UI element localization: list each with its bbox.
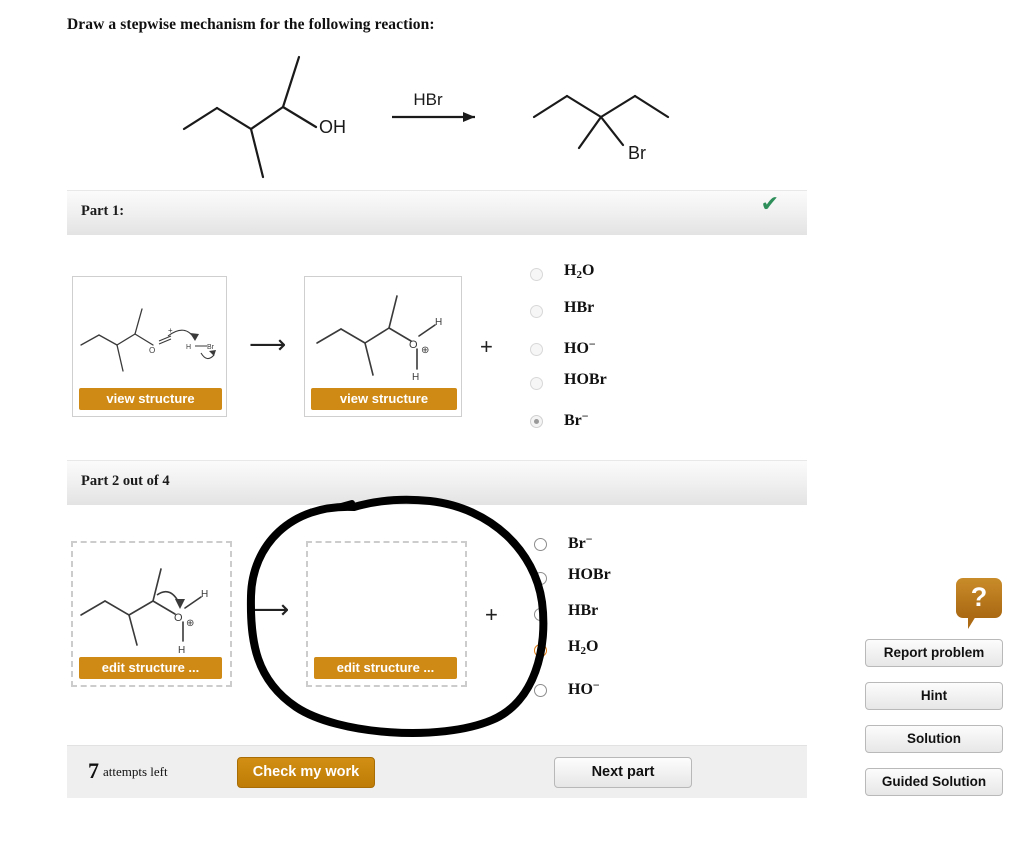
part2-option-label-hobr: HOBr xyxy=(568,566,611,583)
part1-radio-br-minus[interactable] xyxy=(530,415,543,428)
part2-title: Part 2 out of 4 xyxy=(81,473,170,489)
check-mark-icon: ✔ xyxy=(760,192,779,217)
part2-option-label-ho-minus: HO− xyxy=(568,678,600,698)
hint-button[interactable]: Hint xyxy=(865,682,1003,710)
help-question-icon[interactable]: ? xyxy=(956,578,1002,629)
part1-radio-hobr[interactable] xyxy=(530,377,543,390)
part2-left-structure-box: O ⊕ H H edit structure ... xyxy=(71,541,232,687)
bubble-tail-icon xyxy=(968,616,976,629)
part1-option-label-hbr: HBr xyxy=(564,299,595,316)
svg-text:H: H xyxy=(435,317,442,328)
question-mark-glyph: ? xyxy=(970,582,988,612)
part1-plus-sign: + xyxy=(480,334,493,359)
problem-page: Draw a stepwise mechanism for the follow… xyxy=(0,0,1024,868)
attempts-count: 7 xyxy=(88,758,99,783)
part1-left-structure-box: O + H Br view structure xyxy=(72,276,227,417)
reaction-svg: OH HBr Br xyxy=(182,55,670,179)
next-part-button[interactable]: Next part xyxy=(554,757,692,788)
part2-option-label-h2o: H2O xyxy=(568,638,599,657)
report-problem-button[interactable]: Report problem xyxy=(865,639,1003,667)
part1-radio-hbr[interactable] xyxy=(530,305,543,318)
reagent-label: HBr xyxy=(413,90,443,109)
solution-button[interactable]: Solution xyxy=(865,725,1003,753)
svg-text:⊕: ⊕ xyxy=(421,345,429,356)
part1-left-structure-svg: O + H Br xyxy=(80,308,216,372)
svg-text:Br: Br xyxy=(207,344,215,351)
svg-text:H: H xyxy=(412,372,419,383)
part1-header: Part 1: ✔ xyxy=(67,190,807,235)
part1-right-structure-box: O ⊕ H H view structure xyxy=(304,276,462,417)
handdrawn-circle-annotation xyxy=(246,495,548,737)
guided-solution-button[interactable]: Guided Solution xyxy=(865,768,1003,796)
action-bar: 7 attempts left Check my work Next part xyxy=(67,745,807,798)
reactant-oh-label: OH xyxy=(319,117,346,137)
check-my-work-button[interactable]: Check my work xyxy=(237,757,375,788)
svg-text:O: O xyxy=(174,612,183,624)
part1-title: Part 1: xyxy=(81,203,125,219)
reaction-diagram: OH HBr Br xyxy=(67,45,807,185)
part1-option-label-hobr: HOBr xyxy=(564,371,607,388)
svg-text:H: H xyxy=(178,645,185,656)
part1-reaction-arrow: ⟶ xyxy=(249,330,287,360)
reaction-arrow xyxy=(392,112,475,122)
part1-option-label-h2o: H2O xyxy=(564,262,595,281)
svg-text:H: H xyxy=(186,344,191,351)
product-br-label: Br xyxy=(628,143,646,163)
part2-option-label-br-minus: Br− xyxy=(568,532,593,552)
part1-view-structure-left-button[interactable]: view structure xyxy=(79,388,222,410)
svg-text:⊕: ⊕ xyxy=(186,618,194,629)
reactant-skeleton xyxy=(182,55,318,179)
part2-left-structure-svg: O ⊕ H H xyxy=(80,568,208,656)
page-title: Draw a stepwise mechanism for the follow… xyxy=(67,16,435,33)
product-skeleton xyxy=(532,94,670,150)
svg-text:O: O xyxy=(409,339,418,351)
svg-text:H: H xyxy=(201,589,208,600)
part1-option-label-br-minus: Br− xyxy=(564,409,589,429)
part1-right-structure-svg: O ⊕ H H xyxy=(316,295,442,383)
attempts-label: attempts left xyxy=(103,764,168,779)
part1-radio-h2o[interactable] xyxy=(530,268,543,281)
part2-option-label-hbr: HBr xyxy=(568,602,599,619)
attempts-left: 7 attempts left xyxy=(88,758,168,784)
part2-edit-structure-left-button[interactable]: edit structure ... xyxy=(79,657,222,679)
part1-view-structure-right-button[interactable]: view structure xyxy=(311,388,457,410)
part1-option-label-ho-minus: HO− xyxy=(564,337,596,357)
svg-text:O: O xyxy=(149,346,155,355)
part1-radio-ho-minus[interactable] xyxy=(530,343,543,356)
